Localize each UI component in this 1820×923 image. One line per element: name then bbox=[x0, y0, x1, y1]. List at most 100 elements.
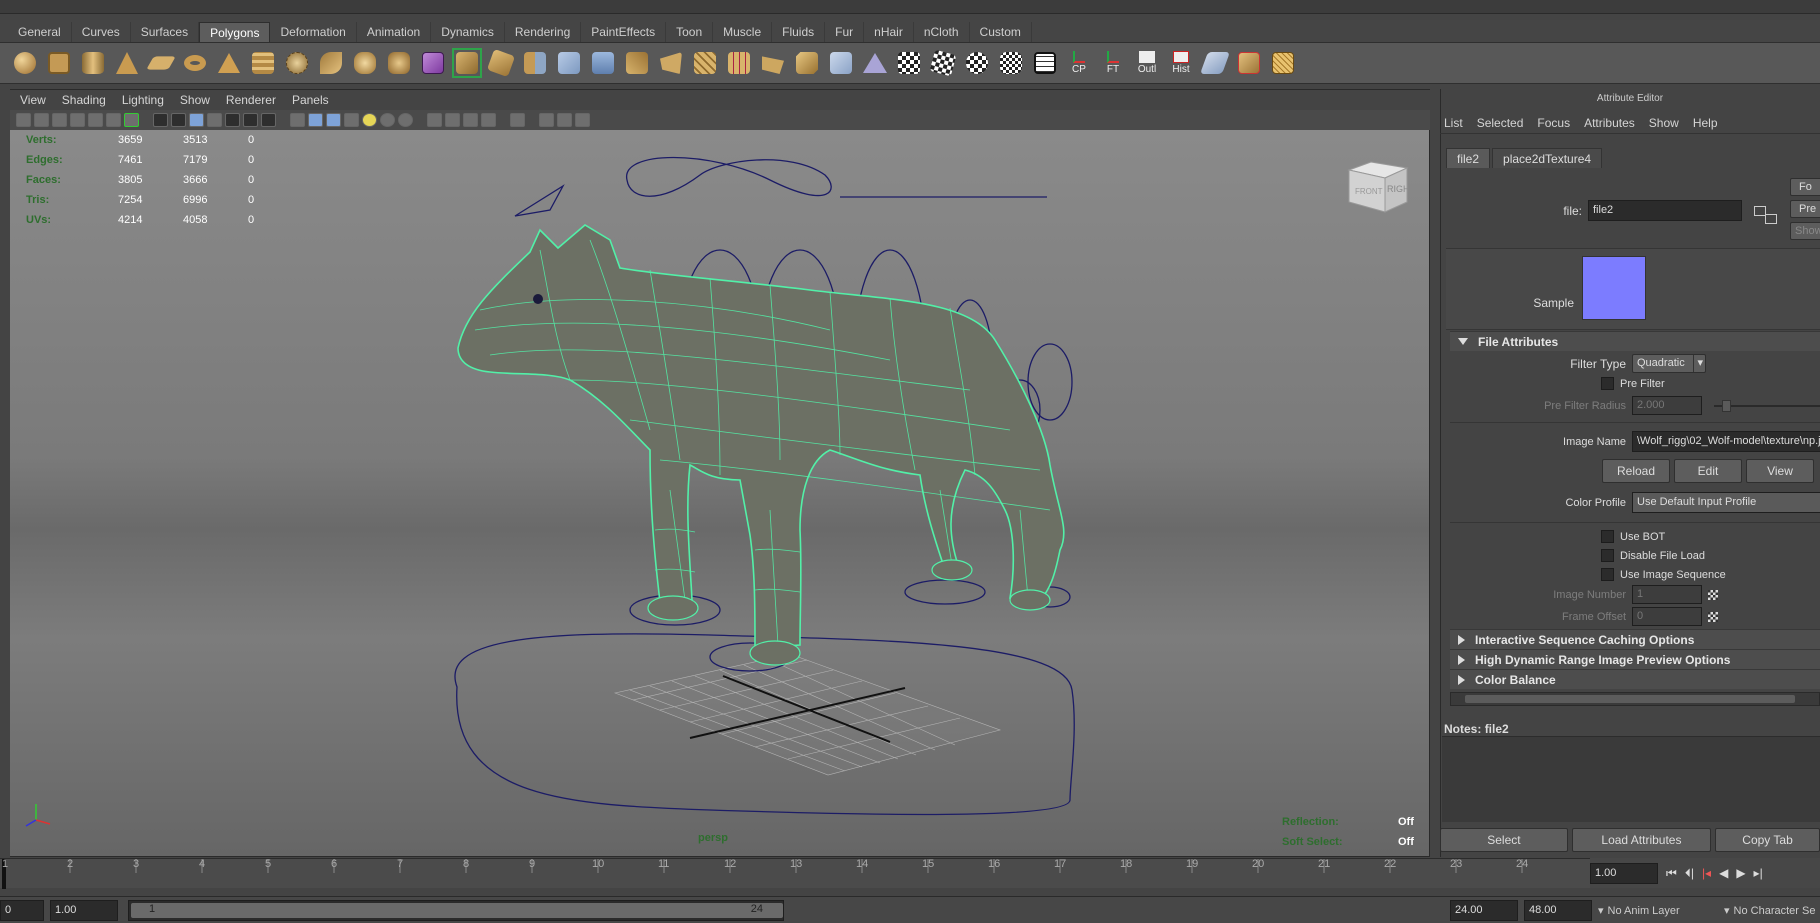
shelf-tab-toon[interactable]: Toon bbox=[666, 22, 714, 42]
anim-layer-dropdown[interactable]: ▾ No Anim Layer bbox=[1598, 901, 1722, 921]
focus-button[interactable]: Fo bbox=[1790, 178, 1820, 196]
poly-cone-icon[interactable] bbox=[112, 48, 142, 78]
depth-of-field-icon[interactable] bbox=[481, 113, 496, 127]
presets-button[interactable]: Pre bbox=[1790, 200, 1820, 218]
ae-menu-show[interactable]: Show bbox=[1649, 116, 1679, 130]
poly-cylinder-icon[interactable] bbox=[78, 48, 108, 78]
ae-tab-place2dtexture4[interactable]: place2dTexture4 bbox=[1492, 148, 1603, 168]
pre-filter-radius-field[interactable]: 2.000 bbox=[1632, 396, 1702, 415]
file-node-field[interactable]: file2 bbox=[1588, 200, 1742, 221]
offset-edge-loop-icon[interactable] bbox=[758, 48, 788, 78]
playback-end-field[interactable]: 24.00 bbox=[1450, 900, 1518, 921]
frame-offset-field[interactable]: 0 bbox=[1632, 607, 1702, 626]
wireframe-icon[interactable] bbox=[290, 113, 305, 127]
ae-menu-attributes[interactable]: Attributes bbox=[1584, 116, 1635, 130]
text-overlay-icon[interactable] bbox=[261, 113, 276, 127]
resolution-gate-icon[interactable] bbox=[171, 113, 186, 127]
poly-plane-icon[interactable] bbox=[146, 48, 176, 78]
viewport-menu-renderer[interactable]: Renderer bbox=[226, 93, 276, 107]
insert-edge-loop-icon[interactable] bbox=[724, 48, 754, 78]
viewport-menu-view[interactable]: View bbox=[20, 93, 46, 107]
shelf-tab-surfaces[interactable]: Surfaces bbox=[131, 22, 200, 42]
smooth-shade-icon[interactable] bbox=[308, 113, 323, 127]
safe-action-icon[interactable] bbox=[225, 113, 240, 127]
checker-uv-2-icon[interactable] bbox=[928, 48, 958, 78]
boolean-icon[interactable] bbox=[418, 48, 448, 78]
use-bot-checkbox[interactable] bbox=[1601, 530, 1614, 543]
film-gate-icon[interactable] bbox=[153, 113, 168, 127]
keyframe-checker-icon[interactable] bbox=[1708, 611, 1718, 622]
grease-pencil-icon[interactable] bbox=[106, 113, 121, 127]
extract-icon[interactable] bbox=[554, 48, 584, 78]
view-button[interactable]: View bbox=[1746, 459, 1814, 483]
shelf-tab-polygons[interactable]: Polygons bbox=[199, 22, 271, 42]
copy-tab-button[interactable]: Copy Tab bbox=[1715, 828, 1820, 852]
wireframe-on-shaded-icon[interactable] bbox=[326, 113, 341, 127]
poly-cube-icon[interactable] bbox=[44, 48, 74, 78]
view-cube[interactable]: FRONT RIGHT bbox=[1345, 158, 1416, 216]
ae-menu-help[interactable]: Help bbox=[1693, 116, 1718, 130]
uv-editor-icon[interactable] bbox=[1030, 48, 1060, 78]
bookmarks-icon[interactable] bbox=[52, 113, 67, 127]
poly-torus-icon[interactable] bbox=[180, 48, 210, 78]
viewport-menu-shading[interactable]: Shading bbox=[62, 93, 106, 107]
grid-toggle-icon[interactable] bbox=[124, 113, 139, 127]
viewport-menu-show[interactable]: Show bbox=[180, 93, 210, 107]
ae-menu-list[interactable]: List bbox=[1444, 116, 1463, 130]
image-number-field[interactable]: 1 bbox=[1632, 585, 1702, 604]
anti-alias-icon[interactable] bbox=[463, 113, 478, 127]
select-button[interactable]: Select bbox=[1440, 828, 1568, 852]
color-profile-dropdown[interactable]: Use Default Input Profile▾ bbox=[1632, 492, 1820, 513]
mirror-geometry-icon[interactable] bbox=[520, 48, 550, 78]
shadows-icon[interactable] bbox=[398, 113, 413, 127]
character-set-dropdown[interactable]: ▾ No Character Se bbox=[1724, 901, 1820, 921]
filter-type-dropdown[interactable]: Quadratic ▾ bbox=[1632, 354, 1706, 373]
sequence-caching-section[interactable]: Interactive Sequence Caching Options bbox=[1450, 629, 1820, 649]
viewport-menu-panels[interactable]: Panels bbox=[292, 93, 329, 107]
field-chart-icon[interactable] bbox=[207, 113, 222, 127]
textured-icon[interactable] bbox=[344, 113, 359, 127]
viewport-menu-lighting[interactable]: Lighting bbox=[122, 93, 164, 107]
2d-pan-zoom-icon[interactable] bbox=[88, 113, 103, 127]
shelf-tab-painteffects[interactable]: PaintEffects bbox=[581, 22, 667, 42]
shelf-tab-rendering[interactable]: Rendering bbox=[505, 22, 582, 42]
step-forward-key-icon[interactable]: ▸| bbox=[1754, 866, 1763, 880]
motion-blur-icon[interactable] bbox=[445, 113, 460, 127]
shelf-tab-general[interactable]: General bbox=[8, 22, 72, 42]
poly-pipe-icon[interactable] bbox=[248, 48, 278, 78]
sample-swatch[interactable] bbox=[1582, 256, 1646, 320]
poly-soccer-ball-icon[interactable] bbox=[282, 48, 312, 78]
isolate-select-icon[interactable] bbox=[510, 113, 525, 127]
merge-icon[interactable] bbox=[826, 48, 856, 78]
shelf-tab-fluids[interactable]: Fluids bbox=[772, 22, 826, 42]
select-camera-icon[interactable] bbox=[16, 113, 31, 127]
focus-output-icon[interactable] bbox=[1765, 214, 1777, 224]
shelf-tab-muscle[interactable]: Muscle bbox=[713, 22, 773, 42]
transfer-attributes-icon[interactable] bbox=[1199, 48, 1231, 78]
append-polygon-icon[interactable] bbox=[656, 48, 686, 78]
shelf-tab-nhair[interactable]: nHair bbox=[864, 22, 914, 42]
perspective-viewport[interactable] bbox=[10, 130, 1429, 856]
load-attributes-button[interactable]: Load Attributes bbox=[1571, 828, 1712, 852]
ae-menu-selected[interactable]: Selected bbox=[1477, 116, 1524, 130]
ft-button[interactable]: FT bbox=[1098, 48, 1128, 78]
bevel-icon[interactable] bbox=[792, 48, 822, 78]
default-lighting-icon[interactable] bbox=[362, 113, 377, 127]
image-plane-icon[interactable] bbox=[70, 113, 85, 127]
safe-title-icon[interactable] bbox=[243, 113, 258, 127]
poly-sphere-icon[interactable] bbox=[10, 48, 40, 78]
planar-mapping-icon[interactable] bbox=[860, 48, 890, 78]
range-slider-handle[interactable] bbox=[131, 903, 783, 918]
extrude-icon[interactable] bbox=[588, 48, 618, 78]
shelf-tab-custom[interactable]: Custom bbox=[970, 22, 1032, 42]
hdr-preview-section[interactable]: High Dynamic Range Image Preview Options bbox=[1450, 649, 1820, 669]
history-button[interactable]: Hist bbox=[1166, 48, 1196, 78]
outliner-button[interactable]: Outl bbox=[1132, 48, 1162, 78]
combine-icon[interactable] bbox=[350, 48, 380, 78]
play-forwards-icon[interactable]: ▶ bbox=[1736, 866, 1745, 880]
go-to-start-icon[interactable]: ⏮ bbox=[1666, 866, 1677, 881]
xray-components-icon[interactable] bbox=[575, 113, 590, 127]
checker-uv-4-icon[interactable] bbox=[996, 48, 1026, 78]
cp-button[interactable]: CP bbox=[1064, 48, 1094, 78]
pre-filter-checkbox[interactable] bbox=[1601, 377, 1614, 390]
